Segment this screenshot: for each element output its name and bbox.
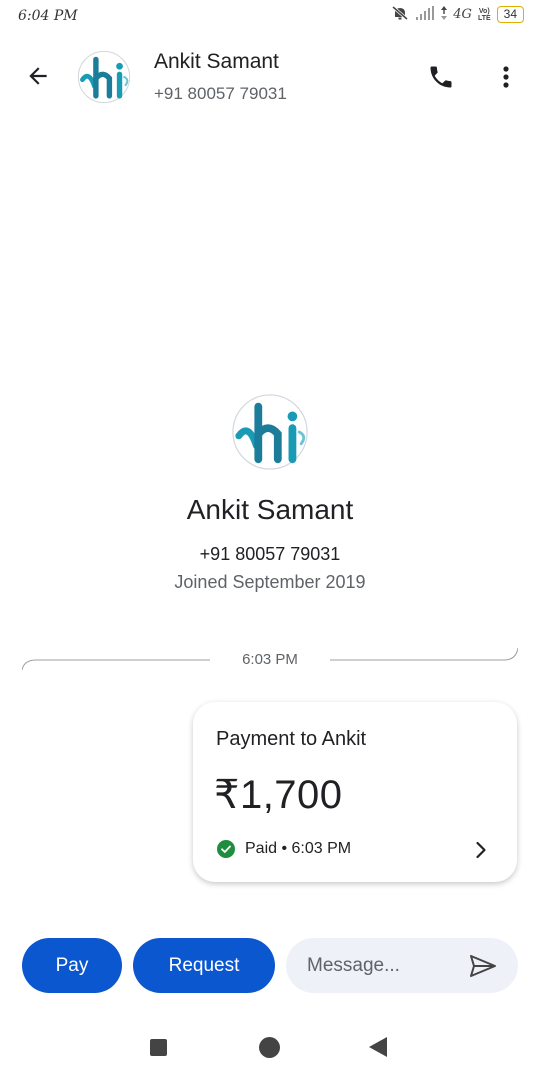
phone-icon <box>430 66 452 88</box>
payment-title: Payment to Ankit <box>216 728 367 750</box>
profile-phone: +91 80057 79031 <box>199 544 341 564</box>
request-button[interactable]: Request <box>133 938 275 993</box>
check-circle-icon <box>217 840 235 858</box>
data-arrows-icon <box>441 6 448 23</box>
mute-icon <box>391 5 409 23</box>
volte-top-text: Vo) <box>478 7 490 15</box>
send-icon <box>470 955 496 977</box>
recents-icon[interactable] <box>150 1039 167 1056</box>
call-button[interactable] <box>424 60 458 94</box>
chevron-right-icon <box>476 841 486 859</box>
avatar-logo <box>77 50 131 104</box>
network-type: 4G <box>453 7 472 22</box>
more-options-button[interactable] <box>494 60 518 94</box>
home-icon[interactable] <box>259 1037 280 1058</box>
volte-icon: Vo) LTE <box>478 8 491 22</box>
pay-button[interactable]: Pay <box>22 938 122 993</box>
volte-bottom-text: LTE <box>477 14 491 22</box>
profile-name: Ankit Samant <box>186 494 354 525</box>
payment-details-chevron[interactable] <box>475 839 493 861</box>
profile-avatar <box>231 393 309 471</box>
profile-joined-date: Joined September 2019 <box>174 572 366 592</box>
battery-icon: 34 <box>496 6 524 23</box>
more-vert-icon <box>503 66 509 88</box>
payment-status: Paid • 6:03 PM <box>217 840 351 858</box>
back-arrow-icon <box>29 67 47 85</box>
header-contact-name: Ankit Samant <box>154 50 279 73</box>
message-input[interactable] <box>307 954 457 977</box>
header-contact-phone: +91 80057 79031 <box>154 84 287 103</box>
status-time: 6:04 PM <box>18 8 78 24</box>
payment-card[interactable]: Payment to Ankit ₹1,700 Paid • 6:03 PM <box>193 702 517 882</box>
send-button[interactable] <box>466 951 500 981</box>
back-button[interactable] <box>20 58 56 94</box>
signal-icon <box>415 6 435 23</box>
back-icon[interactable] <box>369 1037 387 1057</box>
timeline-time: 6:03 PM <box>242 651 298 668</box>
status-icons: 4G Vo) LTE 34 <box>391 5 524 23</box>
payment-status-text: Paid • 6:03 PM <box>245 840 352 857</box>
avatar-logo <box>232 394 308 470</box>
payment-amount: ₹1,700 <box>214 773 343 817</box>
header-avatar[interactable] <box>77 50 131 104</box>
